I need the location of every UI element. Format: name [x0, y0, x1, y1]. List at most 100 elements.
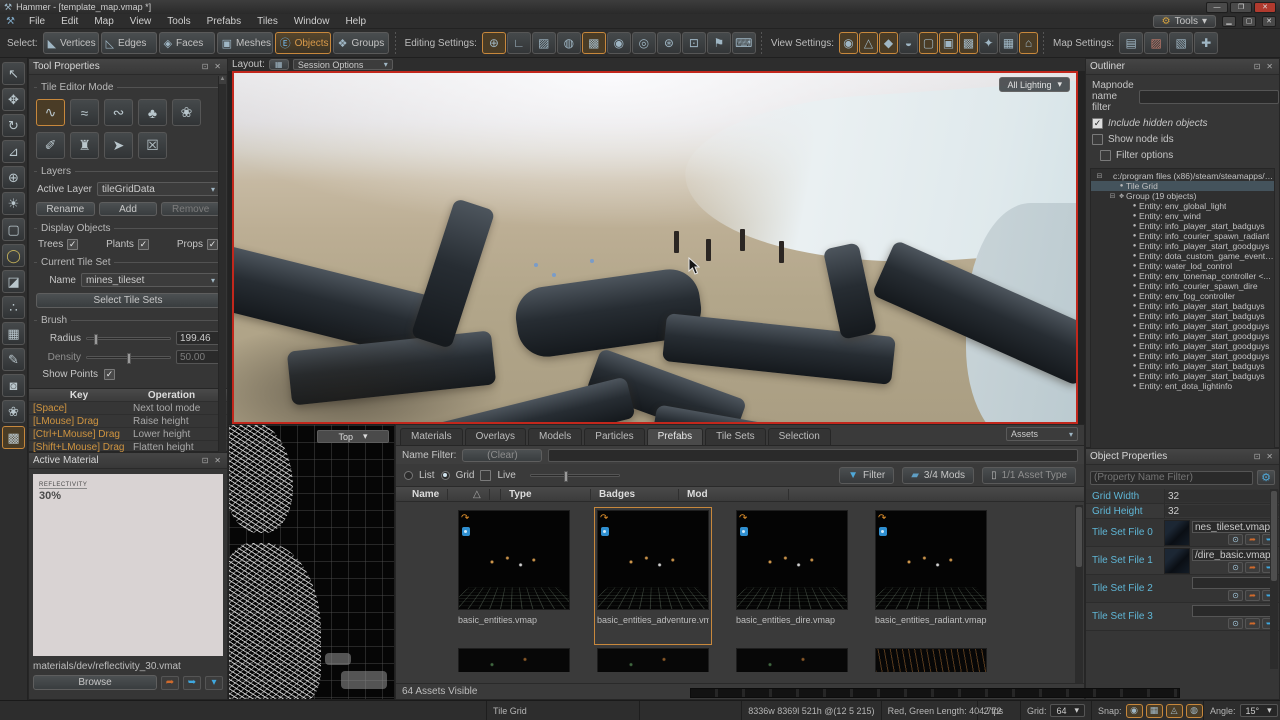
grid-height-input[interactable] — [1165, 505, 1279, 517]
outliner-node[interactable]: ⊟ ✥ Group (19 objects) — [1091, 191, 1274, 201]
thumbnail-size-slider[interactable] — [530, 474, 620, 477]
scrollbar[interactable] — [1270, 489, 1278, 669]
list-radio[interactable] — [404, 471, 413, 480]
map-add-icon[interactable]: ✚ — [1194, 32, 1218, 54]
textured-box-icon[interactable]: ▩ — [959, 32, 978, 54]
edges-button[interactable]: ◺ Edges — [101, 32, 157, 54]
prop-mode-icon[interactable]: ♜ — [70, 132, 99, 159]
height-mode-icon[interactable]: ∿ — [36, 99, 65, 126]
tile-set-file-0-row[interactable]: Tile Set File 0 nes_tileset.vmap ⊙ ➦ ➥ — [1086, 519, 1279, 547]
solid-box-icon[interactable]: ▣ — [939, 32, 958, 54]
outliner-node[interactable]: ● Entity: env_tonemap_controller <... — [1091, 271, 1274, 281]
rotate-tool-icon[interactable]: ↻ — [2, 114, 25, 137]
select-tool-icon[interactable]: ↖ — [2, 62, 25, 85]
viewport-2d-top[interactable]: Top ▾ — [228, 424, 395, 700]
browse-asset-icon[interactable]: ⊙ — [1228, 590, 1243, 601]
erase-mode-icon[interactable]: ☒ — [138, 132, 167, 159]
tile-set-file-value[interactable]: /dire_basic.vmap — [1192, 549, 1277, 561]
outliner-node[interactable]: ● Entity: info_courier_spawn_dire — [1091, 281, 1274, 291]
menu-item[interactable]: Edit — [53, 15, 86, 28]
vertices-button[interactable]: ◣ Vertices — [43, 32, 99, 54]
outliner-node[interactable]: ● Entity: info_player_start_goodguys — [1091, 241, 1274, 251]
menu-item[interactable]: Map — [86, 15, 121, 28]
objects-button[interactable]: Ⓔ Objects — [275, 32, 331, 54]
texture-lock-icon[interactable]: ▩ — [582, 32, 606, 54]
property-filter-input[interactable] — [1090, 471, 1253, 485]
asset-basic-entities-adventure[interactable]: ↷ basic_entities_adventure.vmap — [597, 510, 709, 642]
asset-thumbnail[interactable] — [736, 648, 848, 672]
outliner-node[interactable]: ● Entity: info_player_start_badguys — [1091, 361, 1274, 371]
menu-item[interactable]: File — [21, 15, 53, 28]
grid-width-input[interactable] — [1165, 490, 1279, 502]
name-filter-input[interactable] — [548, 449, 1078, 462]
snap-edge-icon[interactable]: ◬ — [1166, 704, 1183, 718]
asset-basic-entities-dire[interactable]: ↷ basic_entities_dire.vmap — [736, 510, 848, 642]
asset-thumbnail[interactable] — [597, 648, 709, 672]
scrollbar[interactable]: ▲ — [218, 76, 226, 452]
close-panel-icon[interactable]: ✕ — [1264, 452, 1275, 461]
player-view-icon[interactable]: ✦ — [979, 32, 998, 54]
tile-set-file-value[interactable]: nes_tileset.vmap — [1192, 521, 1277, 533]
instance-edit-icon[interactable]: ⊛ — [657, 32, 681, 54]
local-axes-icon[interactable]: ∟ — [507, 32, 531, 54]
map-hatch-icon[interactable]: ▨ — [1144, 32, 1168, 54]
material-options-icon[interactable]: ▾ — [205, 676, 223, 690]
light-tool-icon[interactable]: ☀ — [2, 192, 25, 215]
outliner-node[interactable]: ● Entity: ent_dota_lightinfo — [1091, 381, 1274, 391]
outliner-node[interactable]: ● Entity: info_player_start_badguys — [1091, 301, 1274, 311]
gear-icon[interactable]: ⚙ — [1257, 470, 1275, 485]
history-back-icon[interactable]: ➦ — [161, 676, 179, 690]
rename-layer-button[interactable]: Rename — [36, 202, 95, 216]
show-node-ids-checkbox[interactable] — [1092, 134, 1103, 145]
close-panel-icon[interactable]: ✕ — [212, 62, 223, 71]
close-panel-icon[interactable]: ✕ — [1264, 62, 1275, 71]
tree-mode-icon[interactable]: ♣ — [138, 99, 167, 126]
select-tile-sets-button[interactable]: Select Tile Sets — [36, 293, 220, 308]
paint-mode-icon[interactable]: ✐ — [36, 132, 65, 159]
select-mode-icon[interactable]: ➤ — [104, 132, 133, 159]
tab-materials[interactable]: Materials — [400, 428, 463, 445]
tile-set-file-3-row[interactable]: Tile Set File 3 ⊙ ➦ ➥ — [1086, 603, 1279, 631]
menu-item[interactable]: View — [122, 15, 160, 28]
active-layer-dropdown[interactable]: tileGridData ▾ — [97, 182, 220, 196]
outliner-node[interactable]: ● Entity: info_player_start_badguys — [1091, 311, 1274, 321]
outliner-node[interactable]: ● Entity: info_player_start_badguys — [1091, 221, 1274, 231]
tab-models[interactable]: Models — [528, 428, 582, 445]
browse-asset-icon[interactable]: ⊙ — [1228, 562, 1243, 573]
float-panel-icon[interactable]: ⊡ — [200, 62, 211, 71]
map-layers-icon[interactable]: ▤ — [1119, 32, 1143, 54]
meshes-button[interactable]: ▣ Meshes — [217, 32, 273, 54]
outliner-node[interactable]: ● Entity: dota_custom_game_events... — [1091, 251, 1274, 261]
history-forward-icon[interactable]: ➥ — [183, 676, 201, 690]
menu-item[interactable]: Tiles — [249, 15, 286, 28]
tools-menu-button[interactable]: ⚙ Tools ▾ — [1153, 15, 1216, 28]
snap-face-icon[interactable]: ◍ — [1186, 704, 1203, 718]
snap-vertex-icon[interactable]: ▦ — [1146, 704, 1163, 718]
trees-checkbox[interactable]: ✓ — [67, 239, 78, 250]
grid-size-dropdown[interactable]: 64 ▾ — [1050, 704, 1085, 717]
minimize-button[interactable]: — — [1206, 2, 1228, 13]
column-mod[interactable]: Mod — [679, 489, 789, 500]
group-lock-icon[interactable]: ◉ — [607, 32, 631, 54]
clipping-tool-icon[interactable]: ◪ — [2, 270, 25, 293]
outliner-node[interactable]: ● Entity: info_player_start_badguys — [1091, 371, 1274, 381]
lighting-mode-dropdown[interactable]: All Lighting ▾ — [999, 77, 1070, 92]
outliner-node[interactable]: ● Entity: env_global_light — [1091, 201, 1274, 211]
tile-set-file-value[interactable] — [1192, 577, 1277, 589]
clip-tool-icon[interactable]: ▨ — [532, 32, 556, 54]
plants-checkbox[interactable]: ✓ — [138, 239, 149, 250]
grid-view-icon[interactable]: ▦ — [999, 32, 1018, 54]
outliner-node[interactable]: ● Entity: info_courier_spawn_radiant — [1091, 231, 1274, 241]
outliner-node[interactable]: ● Entity: info_player_start_goodguys — [1091, 341, 1274, 351]
sphere-grid-icon[interactable]: ◍ — [557, 32, 581, 54]
path-mode-icon[interactable]: ∾ — [104, 99, 133, 126]
paint-tool-icon[interactable]: ✎ — [2, 348, 25, 371]
polygon-tool-icon[interactable]: ◯ — [2, 244, 25, 267]
expander-icon[interactable]: ⊟ — [1108, 192, 1117, 200]
float-panel-icon[interactable]: ⊡ — [200, 456, 211, 465]
asset-type-filter-button[interactable]: ▯ 1/1 Asset Type — [982, 467, 1076, 484]
grid-radio[interactable] — [441, 471, 450, 480]
close-panel-icon[interactable]: ✕ — [212, 456, 223, 465]
assets-dropdown[interactable]: Assets ▾ — [1006, 427, 1078, 441]
browse-asset-icon[interactable]: ⊙ — [1228, 534, 1243, 545]
